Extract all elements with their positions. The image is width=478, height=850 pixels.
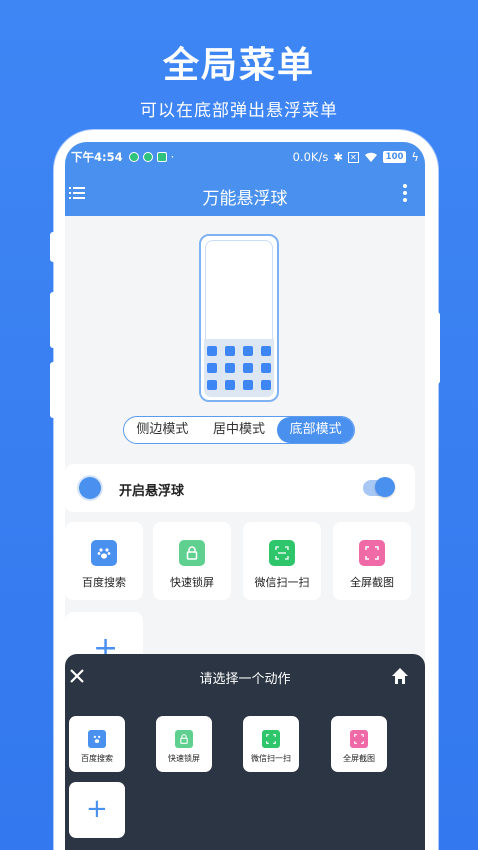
mode-option-side[interactable]: 侧边模式 — [124, 417, 201, 443]
promo-subtitle: 可以在底部弹出悬浮菜单 — [140, 101, 338, 121]
sheet-item-label: 快速锁屏 — [168, 754, 200, 763]
baidu-paw-icon — [88, 730, 106, 748]
status-bar: 下午4:54 · 0.0K/s ✱ ✕ 100 ϟ — [65, 142, 425, 172]
scan-icon — [269, 540, 295, 566]
sheet-item-baidu-search[interactable]: 百度搜索 — [69, 716, 125, 772]
action-card-quick-lock[interactable]: 快速锁屏 — [153, 522, 231, 600]
battery-icon: 100 — [382, 151, 407, 163]
baidu-paw-icon — [91, 540, 117, 566]
mode-option-bottom[interactable]: 底部模式 — [277, 417, 354, 443]
bottom-action-sheet: 请选择一个动作 百度搜索 快速锁屏 微信扫一扫 全屏截图 + — [65, 654, 425, 850]
action-label: 全屏截图 — [350, 576, 394, 589]
screenshot-icon — [359, 540, 385, 566]
status-time: 下午4:54 — [71, 150, 123, 164]
phone-side-button — [50, 232, 56, 262]
lock-icon — [179, 540, 205, 566]
app-bar: 万能悬浮球 — [65, 172, 425, 216]
promo-title: 全局菜单 — [162, 45, 315, 86]
action-label: 微信扫一扫 — [254, 576, 310, 589]
mode-switch: 侧边模式 居中模式 底部模式 — [123, 416, 355, 444]
sheet-item-label: 全屏截图 — [343, 754, 375, 763]
lock-icon — [175, 730, 193, 748]
screenshot-icon — [350, 730, 368, 748]
float-ball-icon — [79, 477, 101, 499]
notification-icon — [142, 152, 153, 162]
phone-preview — [199, 234, 279, 402]
sheet-add-button[interactable]: + — [69, 782, 125, 838]
wifi-icon — [364, 152, 377, 162]
sheet-item-label: 百度搜索 — [81, 754, 113, 763]
bluetooth-icon: ✱ — [333, 150, 343, 164]
phone-side-button — [50, 362, 56, 418]
action-card-wechat-scan[interactable]: 微信扫一扫 — [243, 522, 321, 600]
more-notifications-icon: · — [170, 150, 175, 164]
phone-side-button — [50, 292, 56, 348]
home-icon[interactable] — [391, 667, 409, 685]
action-card-fullscreen-capture[interactable]: 全屏截图 — [333, 522, 411, 600]
sheet-item-fullscreen-capture[interactable]: 全屏截图 — [331, 716, 387, 772]
sheet-title: 请选择一个动作 — [199, 672, 291, 687]
network-speed: 0.0K/s — [292, 150, 329, 164]
sheet-item-quick-lock[interactable]: 快速锁屏 — [156, 716, 212, 772]
phone-side-button — [434, 312, 440, 384]
sheet-item-label: 微信扫一扫 — [251, 754, 291, 763]
notification-icon — [128, 152, 139, 162]
plus-icon: + — [86, 794, 108, 824]
charging-icon: ϟ — [411, 150, 419, 164]
mode-option-center[interactable]: 居中模式 — [201, 417, 278, 443]
scan-icon — [262, 730, 280, 748]
enable-float-ball-row: 开启悬浮球 — [65, 464, 415, 512]
sim-icon: ✕ — [347, 151, 359, 163]
sheet-item-wechat-scan[interactable]: 微信扫一扫 — [243, 716, 299, 772]
enable-float-ball-label: 开启悬浮球 — [119, 484, 185, 499]
action-label: 快速锁屏 — [170, 576, 214, 589]
action-label: 百度搜索 — [82, 576, 126, 589]
notification-icon — [156, 152, 167, 162]
app-title: 万能悬浮球 — [202, 189, 288, 209]
enable-float-ball-switch[interactable] — [363, 477, 395, 497]
more-vert-icon[interactable] — [403, 184, 407, 202]
action-card-baidu-search[interactable]: 百度搜索 — [65, 522, 143, 600]
app-screen: 下午4:54 · 0.0K/s ✱ ✕ 100 ϟ 万能悬浮球 侧边模式 居中模… — [65, 142, 425, 850]
preview-menu-dock — [204, 339, 274, 397]
